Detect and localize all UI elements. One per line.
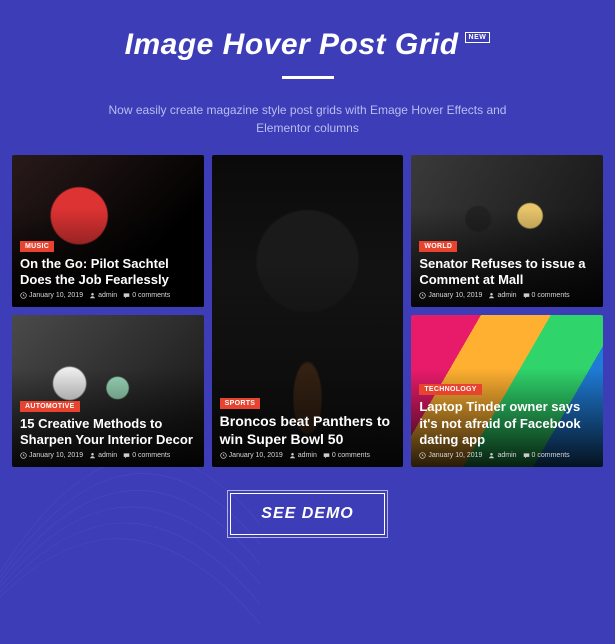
clock-icon [20,292,27,299]
post-date: January 10, 2019 [428,452,482,459]
post-title[interactable]: 15 Creative Methods to Sharpen Your Inte… [20,416,196,449]
post-meta: January 10, 2019 admin 0 comments [419,452,595,459]
post-comments: 0 comments [332,452,370,459]
category-badge[interactable]: WORLD [419,241,457,252]
category-badge[interactable]: MUSIC [20,241,54,252]
post-comments: 0 comments [132,452,170,459]
category-badge[interactable]: TECHNOLOGY [419,384,481,395]
post-date: January 10, 2019 [428,292,482,299]
post-comments: 0 comments [132,292,170,299]
post-title[interactable]: Laptop Tinder owner says it's not afraid… [419,399,595,448]
post-grid: MUSIC On the Go: Pilot Sachtel Does the … [0,137,615,467]
user-icon [89,292,96,299]
clock-icon [220,452,227,459]
post-meta: January 10, 2019 admin 0 comments [220,452,396,459]
post-card-world[interactable]: WORLD Senator Refuses to issue a Comment… [411,155,603,307]
post-title[interactable]: On the Go: Pilot Sachtel Does the Job Fe… [20,256,196,289]
post-date: January 10, 2019 [29,292,83,299]
grid-col-1: MUSIC On the Go: Pilot Sachtel Does the … [12,155,204,467]
category-badge[interactable]: AUTOMOTIVE [20,401,80,412]
post-card-automotive[interactable]: AUTOMOTIVE 15 Creative Methods to Sharpe… [12,315,204,467]
post-author: admin [298,452,317,459]
post-title[interactable]: Senator Refuses to issue a Comment at Ma… [419,256,595,289]
comment-icon [523,452,530,459]
clock-icon [419,452,426,459]
grid-col-2: SPORTS Broncos beat Panthers to win Supe… [212,155,404,467]
post-title[interactable]: Broncos beat Panthers to win Super Bowl … [220,413,396,448]
see-demo-button[interactable]: SEE DEMO [230,493,384,535]
post-card-sports[interactable]: SPORTS Broncos beat Panthers to win Supe… [212,155,404,467]
post-date: January 10, 2019 [29,452,83,459]
grid-col-3: WORLD Senator Refuses to issue a Comment… [411,155,603,467]
post-meta: January 10, 2019 admin 0 comments [20,292,196,299]
clock-icon [419,292,426,299]
new-badge: NEW [465,32,491,43]
post-meta: January 10, 2019 admin 0 comments [419,292,595,299]
user-icon [488,452,495,459]
user-icon [289,452,296,459]
post-card-technology[interactable]: TECHNOLOGY Laptop Tinder owner says it's… [411,315,603,467]
comment-icon [123,292,130,299]
user-icon [89,452,96,459]
page-subtitle: Now easily create magazine style post gr… [98,101,518,137]
title-underline [282,76,334,79]
clock-icon [20,452,27,459]
page-title: Image Hover Post Grid [125,28,459,62]
post-author: admin [497,452,516,459]
post-meta: January 10, 2019 admin 0 comments [20,452,196,459]
header: Image Hover Post Grid NEW [0,0,615,79]
post-author: admin [98,292,117,299]
post-comments: 0 comments [532,292,570,299]
post-author: admin [497,292,516,299]
category-badge[interactable]: SPORTS [220,398,261,409]
post-comments: 0 comments [532,452,570,459]
post-card-music[interactable]: MUSIC On the Go: Pilot Sachtel Does the … [12,155,204,307]
post-author: admin [98,452,117,459]
post-date: January 10, 2019 [229,452,283,459]
comment-icon [123,452,130,459]
user-icon [488,292,495,299]
comment-icon [523,292,530,299]
comment-icon [323,452,330,459]
